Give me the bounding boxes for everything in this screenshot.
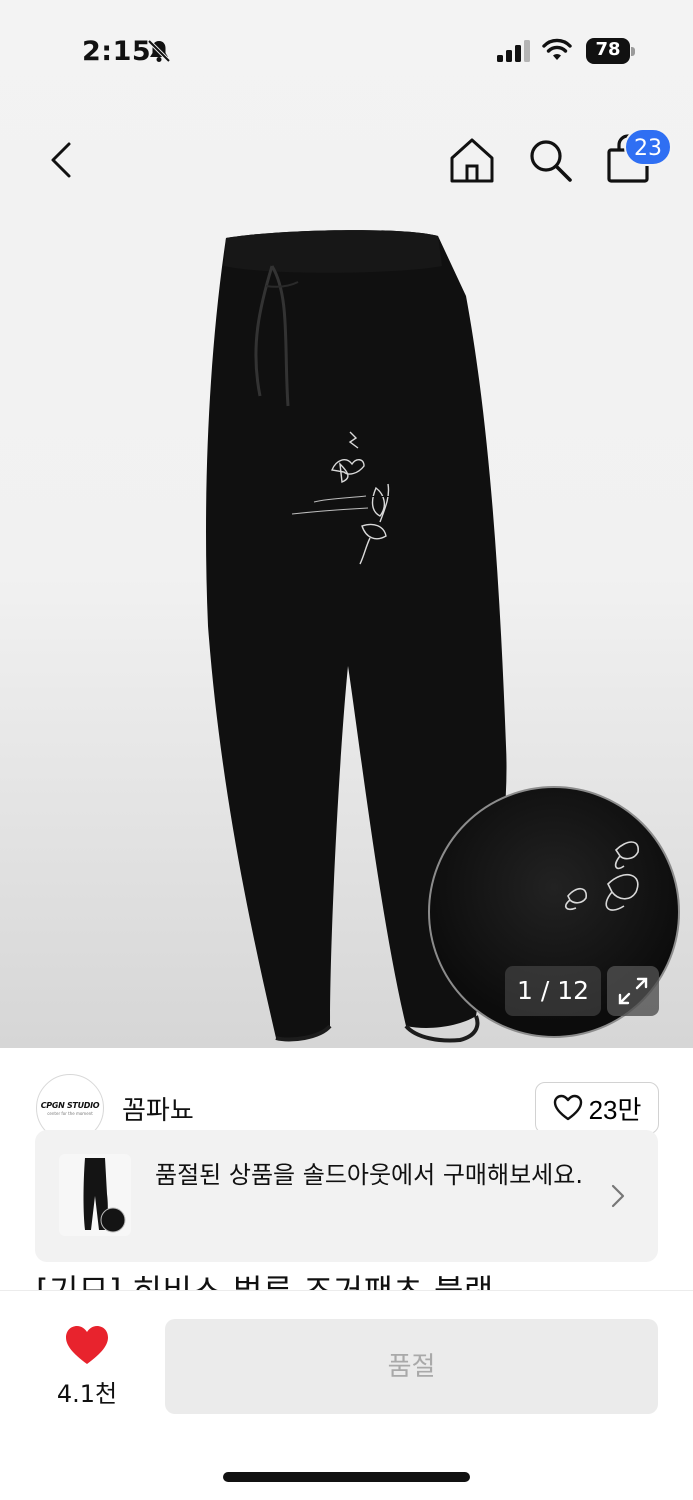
status-time: 2:15 bbox=[82, 36, 152, 67]
home-icon[interactable] bbox=[446, 134, 498, 186]
brand-like-count: 23만 bbox=[588, 1094, 642, 1125]
status-bar: 2:15 78 bbox=[0, 0, 693, 100]
product-title: [기모] 히비스 벌룬 조거팬츠 블랙 bbox=[36, 1272, 494, 1292]
search-icon[interactable] bbox=[524, 134, 576, 186]
heart-filled-icon[interactable] bbox=[64, 1324, 110, 1366]
product-hero: 2:15 78 23 1 / 12 bbox=[0, 0, 693, 1048]
image-counter: 1 / 12 bbox=[505, 966, 601, 1016]
chevron-right-icon bbox=[611, 1184, 625, 1208]
expand-icon[interactable] bbox=[607, 966, 659, 1016]
banner-thumbnail bbox=[59, 1154, 131, 1236]
brand-like-button[interactable]: 23만 bbox=[535, 1082, 659, 1134]
home-indicator[interactable] bbox=[223, 1472, 470, 1482]
heart-outline-icon bbox=[553, 1094, 582, 1121]
soldout-button[interactable]: 품절 bbox=[165, 1319, 658, 1414]
battery-icon: 78 bbox=[586, 38, 636, 64]
soldout-banner-text: 품절된 상품을 솔드아웃에서 구매해보세요. bbox=[155, 1161, 583, 1189]
back-chevron-icon[interactable] bbox=[44, 138, 80, 182]
battery-level: 78 bbox=[595, 39, 621, 60]
wifi-icon bbox=[542, 38, 572, 60]
cellular-signal-icon bbox=[497, 40, 530, 62]
cart-count-badge: 23 bbox=[624, 128, 672, 166]
product-title-container: [기모] 히비스 벌룬 조거팬츠 블랙 bbox=[0, 1262, 693, 1292]
soldout-banner[interactable]: 품절된 상품을 솔드아웃에서 구매해보세요. bbox=[35, 1130, 658, 1262]
brand-name[interactable]: 꼼파뇨 bbox=[122, 1090, 194, 1127]
bell-slash-icon bbox=[147, 39, 171, 63]
favorite-count: 4.1천 bbox=[56, 1380, 118, 1408]
